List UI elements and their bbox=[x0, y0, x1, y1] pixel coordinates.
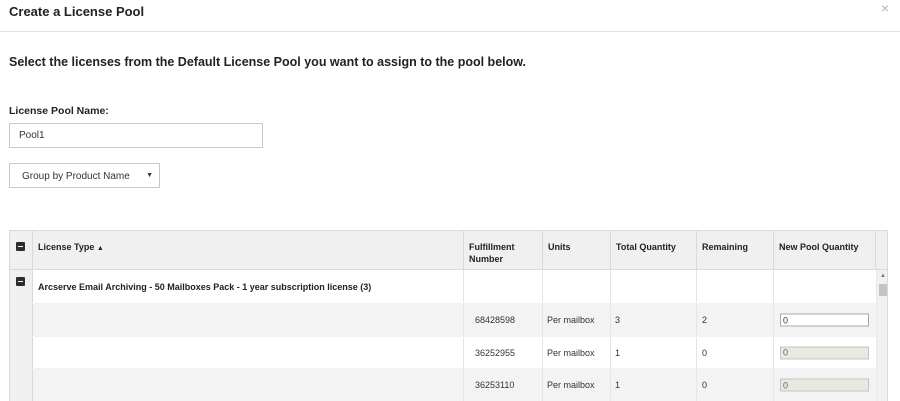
column-header-fulfillment-number[interactable]: Fulfillment Number bbox=[464, 231, 543, 270]
fulfillment-number: 36252955 bbox=[475, 347, 516, 358]
row-selector[interactable] bbox=[10, 337, 33, 368]
remaining-value: 0 bbox=[702, 347, 708, 358]
caret-down-icon: ▼ bbox=[146, 172, 153, 179]
total-quantity-cell: 3 bbox=[611, 304, 697, 336]
fulfillment-number: 36253110 bbox=[475, 380, 515, 390]
empty-cell bbox=[774, 270, 876, 303]
total-quantity-cell: 1 bbox=[611, 369, 697, 401]
license-grid: License Type ▲ Fulfillment Number Units … bbox=[9, 230, 888, 401]
units-cell: Per mailbox bbox=[543, 337, 611, 368]
remaining-cell: 2 bbox=[697, 304, 774, 336]
remaining-cell: 0 bbox=[697, 369, 774, 401]
column-label: Fulfillment Number bbox=[469, 242, 515, 264]
column-label: Total Quantity bbox=[616, 242, 676, 252]
row-selector[interactable] bbox=[10, 369, 33, 401]
new-pool-quantity-cell bbox=[774, 369, 876, 401]
units-value: Per mailbox bbox=[547, 347, 595, 358]
pool-name-input[interactable] bbox=[9, 123, 263, 148]
empty-cell bbox=[543, 270, 611, 303]
dialog-title: Create a License Pool bbox=[9, 4, 145, 19]
row-selector[interactable] bbox=[10, 304, 33, 336]
dialog-header: Create a License Pool × bbox=[0, 0, 900, 32]
collapse-group-cell[interactable] bbox=[10, 270, 33, 303]
total-quantity-cell: 1 bbox=[611, 337, 697, 368]
group-title-cell: Arcserve Email Archiving - 50 Mailboxes … bbox=[33, 270, 464, 303]
table-row: 36252955 Per mailbox 1 0 bbox=[10, 337, 876, 369]
group-row: Arcserve Email Archiving - 50 Mailboxes … bbox=[10, 270, 876, 304]
collapse-all-cell[interactable] bbox=[10, 231, 33, 270]
new-pool-quantity-cell bbox=[774, 304, 876, 336]
group-by-selected-value: Group by Product Name bbox=[22, 171, 130, 182]
scroll-up-icon[interactable]: ▲ bbox=[880, 273, 886, 279]
column-label: Remaining bbox=[702, 242, 749, 252]
total-quantity: 3 bbox=[615, 315, 621, 325]
new-pool-quantity-input bbox=[780, 378, 869, 392]
vertical-scrollbar[interactable]: ▲ bbox=[876, 270, 887, 401]
total-quantity: 1 bbox=[615, 347, 621, 358]
instructions-text: Select the licenses from the Default Lic… bbox=[9, 55, 526, 69]
new-pool-quantity-input bbox=[780, 346, 869, 359]
group-title: Arcserve Email Archiving - 50 Mailboxes … bbox=[38, 281, 372, 292]
close-icon[interactable]: × bbox=[881, 1, 889, 15]
new-pool-quantity-input[interactable] bbox=[780, 313, 869, 327]
new-pool-quantity-cell bbox=[774, 337, 876, 368]
column-header-units[interactable]: Units bbox=[543, 231, 611, 270]
scroll-thumb[interactable] bbox=[879, 284, 887, 296]
column-label: Units bbox=[548, 242, 571, 252]
column-header-new-pool-quantity[interactable]: New Pool Quantity bbox=[774, 231, 876, 270]
table-row: 68428598 Per mailbox 3 2 bbox=[10, 304, 876, 337]
total-quantity: 1 bbox=[615, 380, 621, 390]
grid-header: License Type ▲ Fulfillment Number Units … bbox=[10, 231, 887, 270]
column-header-license-type[interactable]: License Type ▲ bbox=[33, 231, 464, 270]
column-header-total-quantity[interactable]: Total Quantity bbox=[611, 231, 697, 270]
sort-ascending-icon: ▲ bbox=[96, 245, 104, 252]
units-cell: Per mailbox bbox=[543, 304, 611, 336]
fulfillment-number: 68428598 bbox=[475, 315, 516, 325]
units-value: Per mailbox bbox=[547, 315, 595, 325]
remaining-cell: 0 bbox=[697, 337, 774, 368]
minus-square-icon[interactable] bbox=[16, 277, 25, 286]
license-type-cell bbox=[33, 304, 464, 336]
empty-cell bbox=[464, 270, 543, 303]
license-type-cell bbox=[33, 369, 464, 401]
fulfillment-number-cell: 36252955 bbox=[464, 337, 543, 368]
fulfillment-number-cell: 36253110 bbox=[464, 369, 543, 401]
units-cell: Per mailbox bbox=[543, 369, 611, 401]
group-by-select[interactable]: Group by Product Name ▼ bbox=[9, 163, 160, 188]
remaining-value: 0 bbox=[702, 380, 708, 390]
fulfillment-number-cell: 68428598 bbox=[464, 304, 543, 336]
minus-square-icon[interactable] bbox=[16, 242, 25, 251]
remaining-value: 2 bbox=[702, 315, 708, 325]
license-type-cell bbox=[33, 337, 464, 368]
column-header-remaining[interactable]: Remaining bbox=[697, 231, 774, 270]
pool-name-label: License Pool Name: bbox=[9, 105, 109, 117]
column-label: New Pool Quantity bbox=[779, 242, 859, 252]
units-value: Per mailbox bbox=[547, 380, 595, 390]
header-scroll-spacer bbox=[876, 231, 887, 270]
empty-cell bbox=[697, 270, 774, 303]
table-row: 36253110 Per mailbox 1 0 bbox=[10, 369, 876, 401]
empty-cell bbox=[611, 270, 697, 303]
column-label: License Type bbox=[38, 242, 95, 252]
